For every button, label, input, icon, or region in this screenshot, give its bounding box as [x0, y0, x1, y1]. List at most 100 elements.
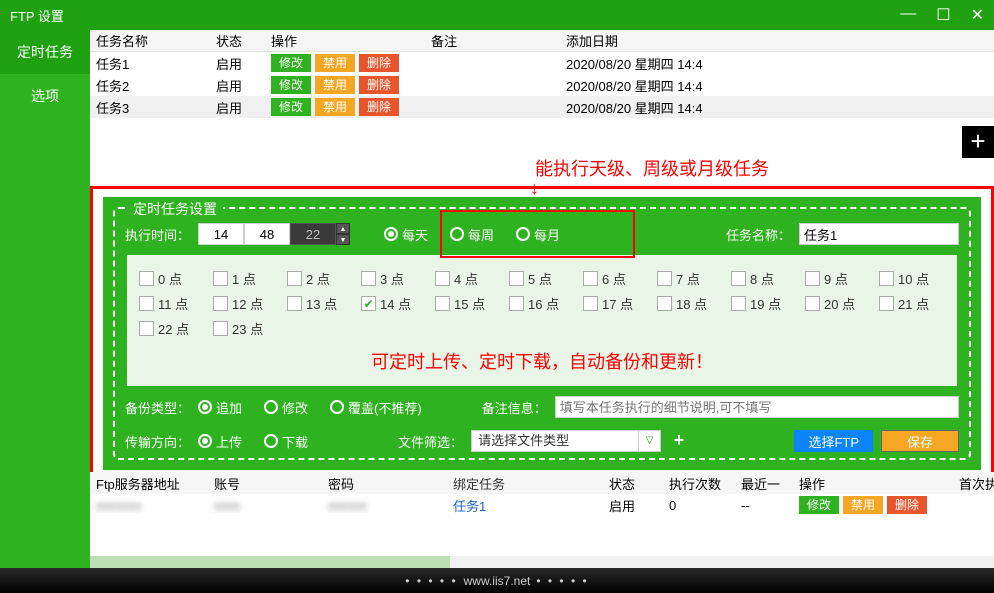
- edit-button[interactable]: 修改: [799, 496, 839, 514]
- hour-checkbox[interactable]: 8 点: [731, 269, 795, 288]
- hour-checkbox[interactable]: 18 点: [657, 294, 721, 313]
- save-button[interactable]: 保存: [881, 430, 959, 452]
- disable-button[interactable]: 禁用: [315, 98, 355, 116]
- checkbox-icon[interactable]: [879, 271, 894, 286]
- checkbox-icon[interactable]: [435, 271, 450, 286]
- hour-checkbox[interactable]: 7 点: [657, 269, 721, 288]
- checkbox-icon[interactable]: [731, 271, 746, 286]
- hour-checkbox[interactable]: 5 点: [509, 269, 573, 288]
- checkbox-icon[interactable]: [657, 271, 672, 286]
- table-row[interactable]: 任务2 启用 修改 禁用 删除 2020/08/20 星期四 14:4: [90, 74, 994, 96]
- checkbox-icon[interactable]: [731, 296, 746, 311]
- task-name-input[interactable]: [799, 223, 959, 245]
- checkbox-icon[interactable]: [657, 296, 672, 311]
- close-icon[interactable]: ✕: [971, 5, 984, 25]
- delete-button[interactable]: 删除: [887, 496, 927, 514]
- hour-checkbox[interactable]: 1 点: [213, 269, 277, 288]
- horizontal-scrollbar[interactable]: [90, 556, 994, 568]
- hour-checkbox[interactable]: 17 点: [583, 294, 647, 313]
- hour-checkbox[interactable]: 12 点: [213, 294, 277, 313]
- checkbox-icon[interactable]: [509, 271, 524, 286]
- delete-button[interactable]: 删除: [359, 98, 399, 116]
- task-table: 任务名称 状态 操作 备注 添加日期 任务1 启用 修改 禁用 删除 2020/…: [90, 30, 994, 118]
- table-row[interactable]: 任务3 启用 修改 禁用 删除 2020/08/20 星期四 14:4: [90, 96, 994, 118]
- chevron-down-icon[interactable]: ▽: [638, 431, 660, 451]
- checkbox-icon[interactable]: [509, 296, 524, 311]
- backup-overwrite-radio[interactable]: 覆盖(不推荐): [330, 398, 422, 417]
- tab-scheduled[interactable]: 定时任务: [0, 30, 90, 74]
- maximize-icon[interactable]: ☐: [936, 5, 950, 25]
- hour-checkbox[interactable]: 14 点: [361, 294, 425, 313]
- second-input[interactable]: [290, 223, 336, 245]
- edit-button[interactable]: 修改: [271, 54, 311, 72]
- hour-checkbox[interactable]: 15 点: [435, 294, 499, 313]
- hour-checkbox[interactable]: 21 点: [879, 294, 943, 313]
- annotation-mid: 可定时上传、定时下载，自动备份和更新！: [139, 348, 945, 374]
- spin-up-icon[interactable]: ▲: [336, 223, 350, 234]
- hour-checkbox[interactable]: 2 点: [287, 269, 351, 288]
- checkbox-icon[interactable]: [361, 271, 376, 286]
- checkbox-icon[interactable]: [139, 271, 154, 286]
- edit-button[interactable]: 修改: [271, 76, 311, 94]
- disable-button[interactable]: 禁用: [315, 54, 355, 72]
- freq-weekly-radio[interactable]: 每周: [450, 225, 494, 244]
- th-bind: 绑定任务: [447, 474, 603, 493]
- delete-button[interactable]: 删除: [359, 76, 399, 94]
- checkbox-icon[interactable]: [139, 296, 154, 311]
- table-row[interactable]: xxxxxxx xxxx xxxxxx 任务1 启用 0 -- 修改 禁用 删除: [90, 494, 994, 516]
- tab-options[interactable]: 选项: [0, 74, 90, 118]
- add-task-button[interactable]: +: [962, 126, 994, 158]
- backup-modify-radio[interactable]: 修改: [264, 398, 308, 417]
- freq-daily-radio[interactable]: 每天: [384, 225, 428, 244]
- ftp-table: Ftp服务器地址 账号 密码 绑定任务 状态 执行次数 最近一 操作 首次执 x…: [90, 472, 994, 516]
- hour-checkbox[interactable]: 13 点: [287, 294, 351, 313]
- checkbox-icon[interactable]: [805, 296, 820, 311]
- spin-down-icon[interactable]: ▼: [336, 234, 350, 245]
- checkbox-icon[interactable]: [583, 296, 598, 311]
- checkbox-icon[interactable]: [435, 296, 450, 311]
- hour-checkbox[interactable]: 9 点: [805, 269, 869, 288]
- checkbox-icon[interactable]: [213, 296, 228, 311]
- hour-checkbox[interactable]: 4 点: [435, 269, 499, 288]
- hour-checkbox[interactable]: 19 点: [731, 294, 795, 313]
- hour-checkbox[interactable]: 3 点: [361, 269, 425, 288]
- hour-input[interactable]: [198, 223, 244, 245]
- dir-download-radio[interactable]: 下载: [264, 432, 308, 451]
- minute-input[interactable]: [244, 223, 290, 245]
- choose-ftp-button[interactable]: 选择FTP: [794, 430, 873, 452]
- hour-checkbox[interactable]: 23 点: [213, 319, 277, 338]
- exec-time-label: 执行时间：: [125, 225, 190, 244]
- disable-button[interactable]: 禁用: [843, 496, 883, 514]
- table-row[interactable]: 任务1 启用 修改 禁用 删除 2020/08/20 星期四 14:4: [90, 52, 994, 74]
- time-spinner[interactable]: ▲▼: [198, 223, 350, 245]
- checkbox-icon[interactable]: [213, 271, 228, 286]
- checkbox-icon[interactable]: [139, 321, 154, 336]
- checkbox-icon[interactable]: [879, 296, 894, 311]
- hour-checkbox[interactable]: 16 点: [509, 294, 573, 313]
- checkbox-icon[interactable]: [361, 296, 376, 311]
- checkbox-icon[interactable]: [287, 296, 302, 311]
- edit-button[interactable]: 修改: [271, 98, 311, 116]
- add-filter-button[interactable]: +: [669, 431, 689, 451]
- minimize-icon[interactable]: —: [900, 5, 916, 25]
- dir-label: 传输方向：: [125, 432, 190, 451]
- disable-button[interactable]: 禁用: [315, 76, 355, 94]
- hour-checkbox[interactable]: 20 点: [805, 294, 869, 313]
- checkbox-icon[interactable]: [287, 271, 302, 286]
- backup-append-radio[interactable]: 追加: [198, 398, 242, 417]
- remark-input[interactable]: [555, 396, 959, 418]
- hour-checkbox[interactable]: 6 点: [583, 269, 647, 288]
- th-name: 任务名称: [90, 31, 210, 50]
- freq-monthly-radio[interactable]: 每月: [516, 225, 560, 244]
- hour-checkbox[interactable]: 0 点: [139, 269, 203, 288]
- checkbox-icon[interactable]: [805, 271, 820, 286]
- hour-checkbox[interactable]: 11 点: [139, 294, 203, 313]
- dir-upload-radio[interactable]: 上传: [198, 432, 242, 451]
- delete-button[interactable]: 删除: [359, 54, 399, 72]
- checkbox-icon[interactable]: [213, 321, 228, 336]
- hour-checkbox[interactable]: 22 点: [139, 319, 203, 338]
- filter-select[interactable]: 请选择文件类型 ▽: [471, 430, 661, 452]
- th-addr: Ftp服务器地址: [90, 474, 208, 493]
- checkbox-icon[interactable]: [583, 271, 598, 286]
- hour-checkbox[interactable]: 10 点: [879, 269, 943, 288]
